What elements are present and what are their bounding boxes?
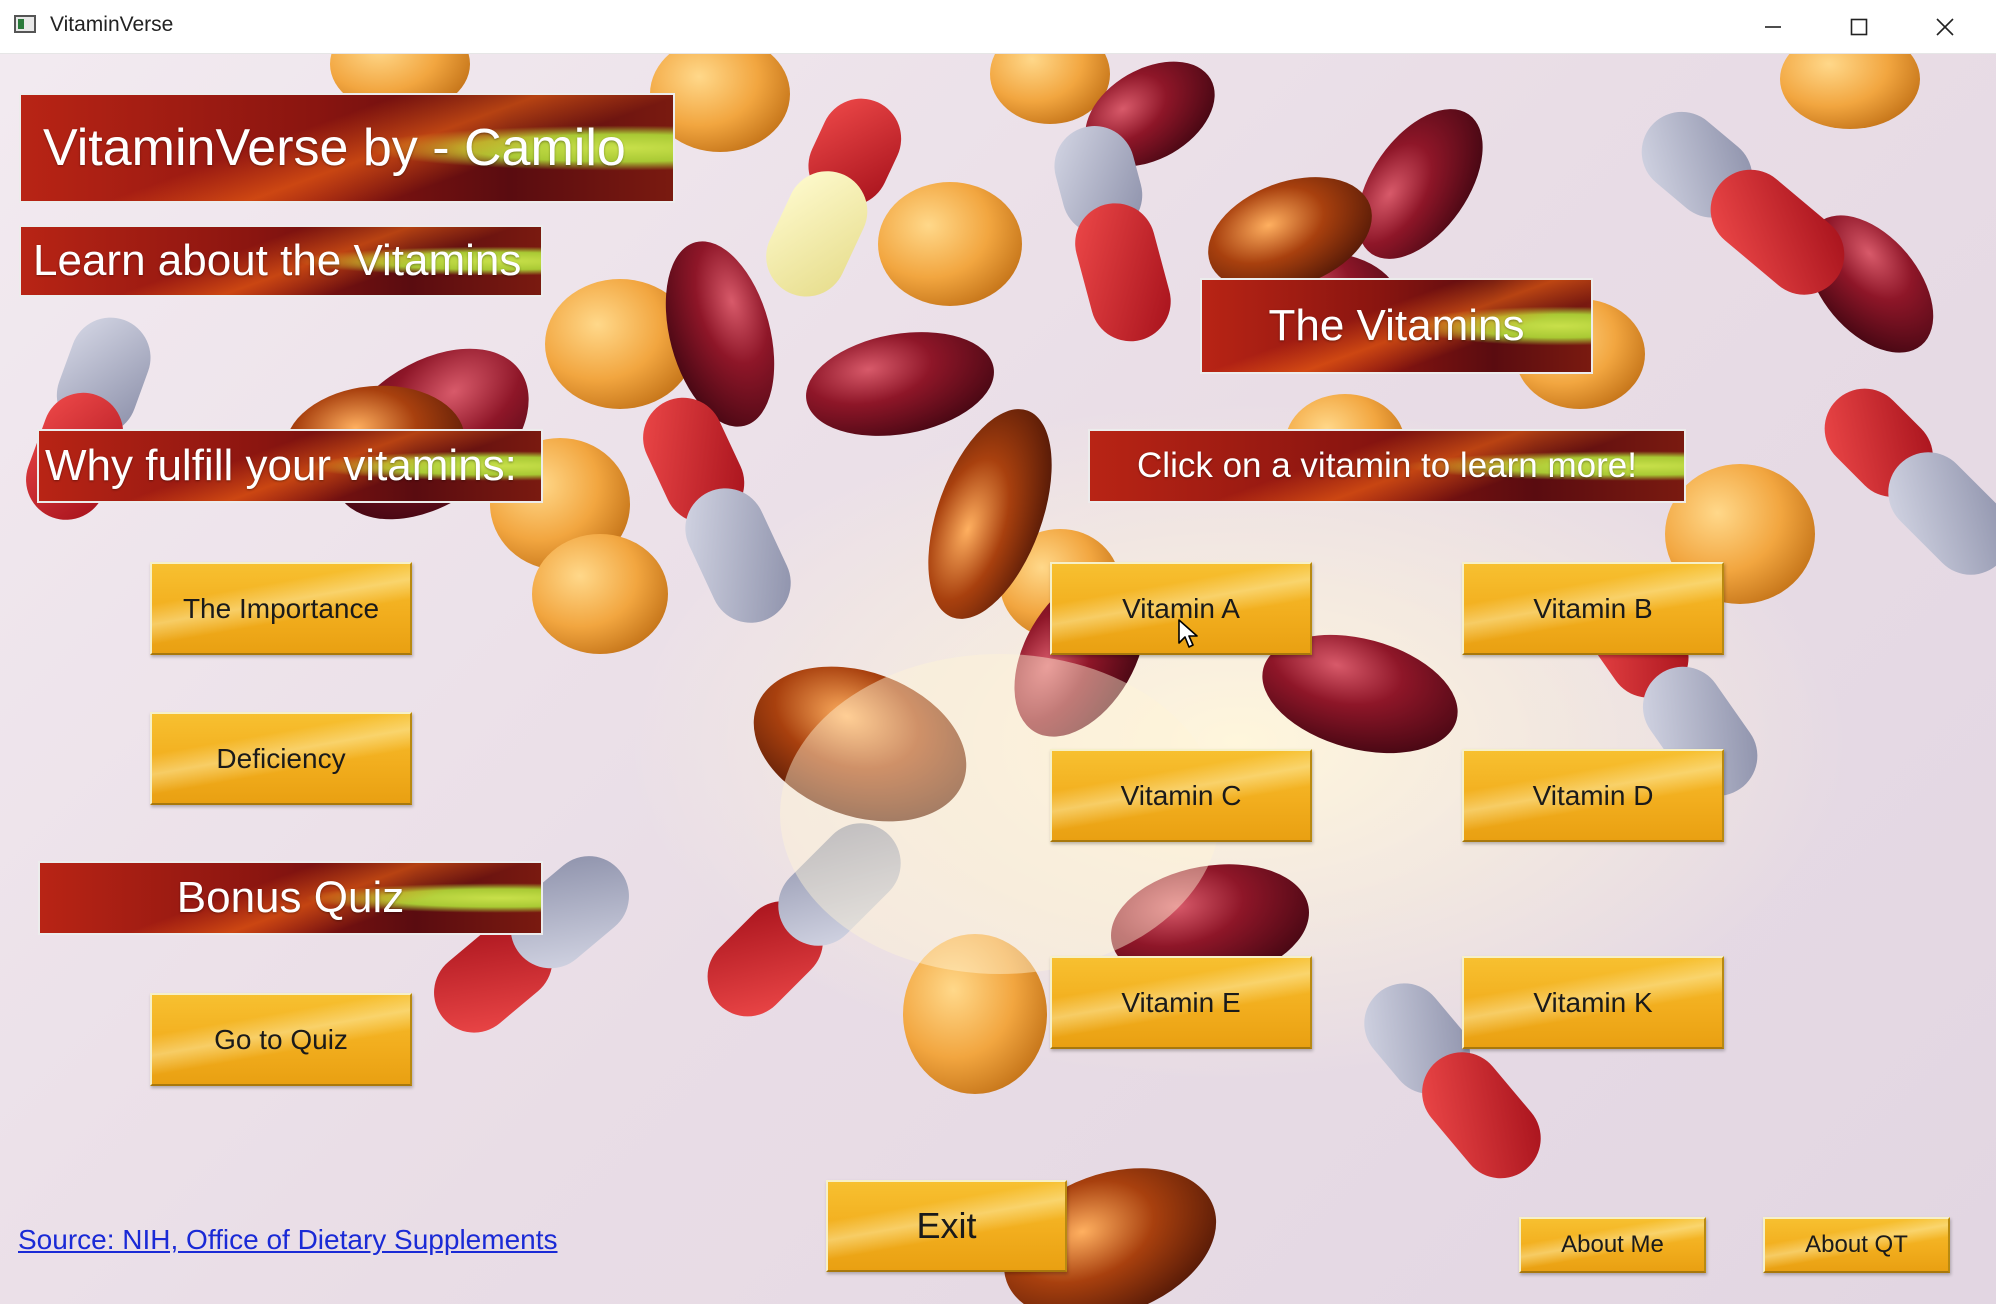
close-button[interactable]: [1902, 0, 1988, 53]
about-qt-button[interactable]: About QT: [1763, 1217, 1950, 1273]
minimize-button[interactable]: [1730, 0, 1816, 53]
bonus-quiz-text: Bonus Quiz: [176, 873, 405, 922]
app-icon: [14, 15, 36, 33]
vitamins-header-text: The Vitamins: [1268, 301, 1525, 350]
vitamin-c-button[interactable]: Vitamin C: [1050, 749, 1312, 842]
about-me-button[interactable]: About Me: [1519, 1217, 1706, 1273]
source-link[interactable]: Source: NIH, Office of Dietary Supplemen…: [18, 1224, 558, 1256]
vitamins-header-banner: The Vitamins: [1200, 278, 1593, 374]
vitamin-k-button[interactable]: Vitamin K: [1462, 956, 1724, 1049]
learn-text: Learn about the Vitamins: [33, 236, 522, 285]
click-hint-banner: Click on a vitamin to learn more!: [1088, 429, 1686, 503]
exit-button[interactable]: Exit: [826, 1180, 1067, 1272]
why-banner: Why fulfill your vitamins:: [37, 429, 543, 503]
minimize-icon: [1765, 25, 1781, 28]
importance-button[interactable]: The Importance: [150, 562, 412, 655]
bonus-quiz-banner: Bonus Quiz: [38, 861, 543, 935]
vitamin-b-button[interactable]: Vitamin B: [1462, 562, 1724, 655]
maximize-button[interactable]: [1816, 0, 1902, 53]
mouse-cursor-icon: [1178, 619, 1198, 648]
maximize-icon: [1850, 18, 1868, 35]
click-hint-text: Click on a vitamin to learn more!: [1137, 446, 1637, 485]
title-bar: VitaminVerse: [0, 0, 1996, 54]
learn-banner: Learn about the Vitamins: [19, 225, 543, 297]
window-title: VitaminVerse: [50, 13, 174, 36]
go-to-quiz-button[interactable]: Go to Quiz: [150, 993, 412, 1086]
app-title-text: VitaminVerse by - Camilo: [43, 119, 626, 177]
main-window: VitaminVerse by - Camilo Learn about the…: [0, 54, 1996, 1304]
why-text: Why fulfill your vitamins:: [45, 441, 517, 490]
deficiency-button[interactable]: Deficiency: [150, 712, 412, 805]
close-icon: [1936, 17, 1954, 36]
app-title-banner: VitaminVerse by - Camilo: [19, 93, 675, 203]
vitamin-e-button[interactable]: Vitamin E: [1050, 956, 1312, 1049]
vitamin-d-button[interactable]: Vitamin D: [1462, 749, 1724, 842]
